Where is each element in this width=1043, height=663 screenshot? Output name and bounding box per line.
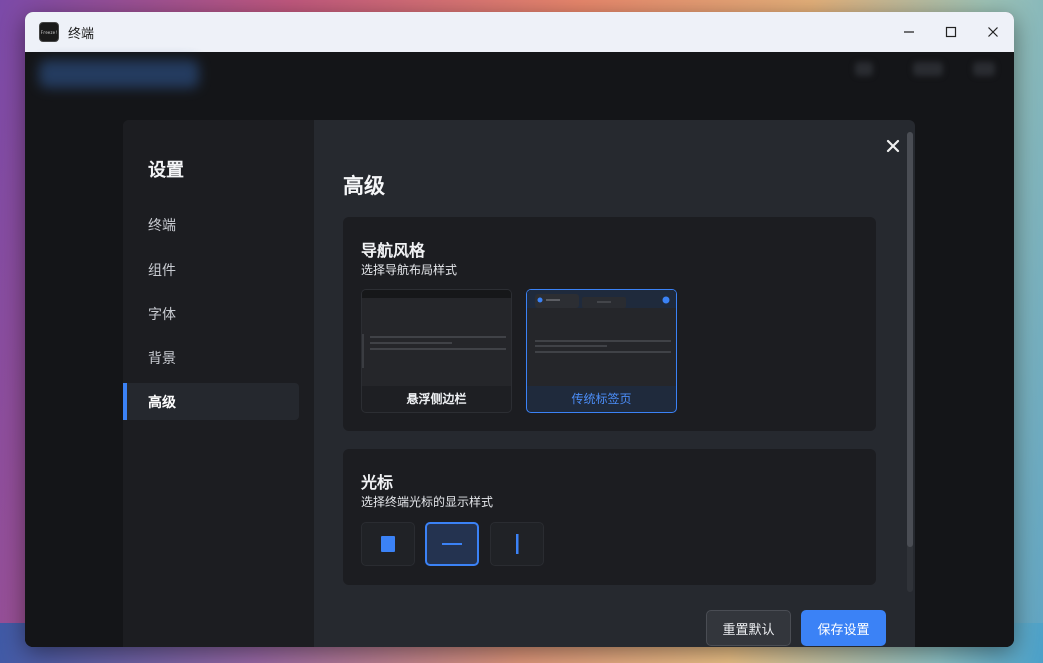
app-icon-text: Freeze! <box>40 29 58 35</box>
cursor-style-title: 光标 <box>361 473 394 492</box>
settings-title: 设置 <box>148 160 184 181</box>
settings-content: 高级 导航风格 选择导航布局样式 悬浮侧边栏 传统标签页 光标 选择终端光标的显… <box>314 120 915 647</box>
background-blurred-control <box>973 62 995 76</box>
underline-cursor-option[interactable] <box>425 522 479 566</box>
close-window-button[interactable] <box>972 12 1014 52</box>
settings-sidebar: 设置 终端 组件 字体 背景 高级 <box>123 120 314 647</box>
close-dialog-icon[interactable] <box>885 138 901 154</box>
reset-defaults-button[interactable]: 重置默认 <box>706 610 791 646</box>
close-icon <box>988 27 998 37</box>
cursor-style-card: 光标 选择终端光标的显示样式 <box>343 449 876 585</box>
traditional-tabs-option[interactable]: 传统标签页 <box>526 289 677 413</box>
window-controls <box>888 12 1014 52</box>
navigation-style-card: 导航风格 选择导航布局样式 悬浮侧边栏 传统标签页 <box>343 217 876 431</box>
page-title: 高级 <box>343 174 385 198</box>
floating-sidebar-label: 悬浮侧边栏 <box>406 391 467 406</box>
terminal-app-icon: Freeze! <box>39 22 59 42</box>
scrollbar-thumb[interactable] <box>907 132 913 547</box>
background-blurred-tab <box>39 60 199 88</box>
window-title: 终端 <box>68 26 95 42</box>
block-cursor-option[interactable] <box>361 522 415 566</box>
navigation-style-description: 选择导航布局样式 <box>361 263 458 277</box>
sidebar-item-background[interactable]: 背景 <box>123 339 299 376</box>
background-blurred-control <box>913 62 943 76</box>
maximize-icon <box>945 26 957 38</box>
content-scrollbar[interactable] <box>907 132 913 592</box>
settings-dialog: 设置 终端 组件 字体 背景 高级 高级 导航风格 选择导航布局样式 悬浮侧边栏… <box>123 120 915 647</box>
bar-cursor-option[interactable] <box>490 522 544 566</box>
save-settings-button[interactable]: 保存设置 <box>801 610 886 646</box>
terminal-background: 设置 终端 组件 字体 背景 高级 高级 导航风格 选择导航布局样式 悬浮侧边栏… <box>25 52 1014 647</box>
app-window: Freeze! 终端 设置 终端 组件 字体 背景 高级 高级 导航风格 选择导… <box>25 12 1014 647</box>
bar-cursor-icon <box>516 534 519 554</box>
maximize-button[interactable] <box>930 12 972 52</box>
minimize-icon <box>904 31 914 33</box>
sidebar-item-terminal[interactable]: 终端 <box>123 206 299 243</box>
sidebar-item-font[interactable]: 字体 <box>123 295 299 332</box>
traditional-tabs-label: 传统标签页 <box>571 391 632 406</box>
traditional-tabs-preview-icon <box>527 290 676 386</box>
floating-sidebar-preview-icon <box>362 290 511 386</box>
title-bar: Freeze! 终端 <box>25 12 1014 52</box>
sidebar-item-components[interactable]: 组件 <box>123 251 299 288</box>
block-cursor-icon <box>381 536 395 552</box>
floating-sidebar-option[interactable]: 悬浮侧边栏 <box>361 289 512 413</box>
cursor-style-description: 选择终端光标的显示样式 <box>361 495 494 509</box>
underline-cursor-icon <box>442 543 462 545</box>
background-blurred-control <box>855 62 873 76</box>
navigation-style-title: 导航风格 <box>361 241 426 260</box>
minimize-button[interactable] <box>888 12 930 52</box>
sidebar-item-advanced[interactable]: 高级 <box>123 383 299 420</box>
